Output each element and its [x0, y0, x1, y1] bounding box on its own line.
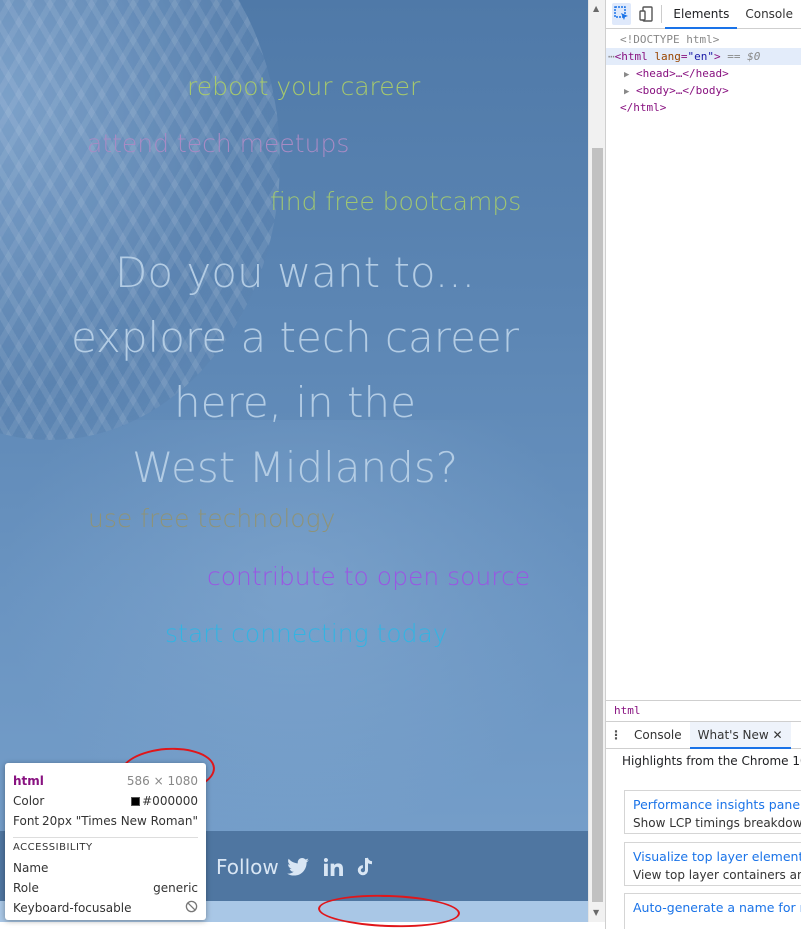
card-title[interactable]: Auto-generate a name for r — [633, 899, 801, 917]
card-description: Show LCP timings breakdown — [633, 816, 801, 830]
tooltip-color-value: #000000 — [142, 794, 198, 808]
dom-body-row[interactable]: ▶ <body>…</body> — [606, 82, 801, 99]
whats-new-card[interactable]: Auto-generate a name for r — [624, 893, 801, 929]
page-scrollbar[interactable]: ▲ ▼ — [588, 0, 605, 922]
dom-tree: <!DOCTYPE html> ⋯<html lang="en"> == $0 … — [606, 31, 801, 116]
tooltip-font-label: Font — [13, 814, 40, 828]
drawer-tab-console[interactable]: Console — [626, 722, 690, 749]
scroll-down-arrow-icon[interactable]: ▼ — [593, 908, 599, 917]
drawer-tab-whats-new-label: What's New — [697, 727, 769, 742]
tooltip-focusable-label: Keyboard-focusable — [13, 901, 132, 915]
tooltip-color-value-wrap: #000000 — [131, 794, 198, 808]
tab-elements[interactable]: Elements — [665, 0, 738, 29]
tiktok-icon[interactable] — [355, 856, 377, 878]
expand-arrow-icon[interactable]: ▶ — [624, 70, 629, 80]
whats-new-heading: Highlights from the Chrome 106 u — [622, 754, 801, 768]
whats-new-card[interactable]: Visualize top layer element View top lay… — [624, 842, 801, 886]
footer-follow-label: Follow — [216, 855, 279, 879]
card-description: View top layer containers and — [633, 868, 801, 882]
card-title[interactable]: Visualize top layer element — [633, 848, 801, 866]
hero-headline: Do you want to... explore a tech career … — [60, 240, 530, 500]
expand-arrow-icon[interactable]: ▶ — [624, 87, 629, 97]
devtools-toolbar: Elements Console — [606, 0, 801, 29]
dom-doctype-row[interactable]: <!DOCTYPE html> — [606, 31, 801, 48]
more-options-icon[interactable]: ⋮ — [606, 728, 626, 742]
row-ellipsis-icon: ⋯ — [608, 50, 615, 63]
tooltip-font-value: 20px "Times New Roman" — [41, 814, 198, 828]
twitter-icon[interactable] — [287, 856, 309, 878]
linkedin-icon[interactable] — [322, 856, 344, 878]
toolbar-separator — [660, 5, 662, 23]
tooltip-role-label: Role — [13, 881, 39, 895]
inspect-tooltip: html 586 × 1080 Color #000000 Font 20px … — [5, 763, 206, 920]
dom-doctype: <!DOCTYPE html> — [620, 33, 720, 46]
close-icon[interactable]: ✕ — [773, 728, 783, 742]
dom-html-row[interactable]: ⋯<html lang="en"> == $0 — [606, 48, 801, 65]
headline-line-2: explore a tech career — [70, 313, 520, 362]
devtools-panel: Elements Console <!DOCTYPE html> ⋯<html … — [605, 0, 801, 929]
breadcrumb-html[interactable]: html — [614, 704, 641, 717]
tooltip-name-label: Name — [13, 861, 49, 875]
phrase-start-connecting: start connecting today — [165, 619, 448, 648]
breadcrumb: html — [606, 700, 801, 722]
color-swatch-icon — [131, 797, 141, 806]
headline-line-4: West Midlands? — [131, 443, 459, 492]
whats-new-card[interactable]: Performance insights panel Show LCP timi… — [624, 790, 801, 834]
phrase-free-bootcamps: find free bootcamps — [270, 187, 522, 216]
inspect-element-icon[interactable] — [612, 3, 632, 25]
dom-html-attr-value: "en" — [687, 50, 715, 63]
phrase-reboot-career: reboot your career — [187, 72, 421, 101]
tooltip-role-value: generic — [153, 881, 198, 895]
dom-html-attr: lang — [654, 50, 681, 63]
dom-head-row[interactable]: ▶ <head>…</head> — [606, 65, 801, 82]
dom-html-tag: html — [621, 50, 648, 63]
dom-body: <body>…</body> — [636, 84, 729, 97]
dom-head: <head>…</head> — [636, 67, 729, 80]
scroll-thumb[interactable] — [592, 148, 603, 902]
tooltip-accessibility-heading: ACCESSIBILITY — [13, 842, 93, 853]
dom-selected-marker: == $0 — [727, 50, 761, 63]
drawer-tab-whats-new[interactable]: What's New ✕ — [689, 721, 791, 749]
phrase-open-source: contribute to open source — [207, 562, 531, 591]
headline-line-3: here, in the — [174, 378, 416, 427]
dom-html-close-row[interactable]: </html> — [606, 99, 801, 116]
device-toolbar-icon[interactable] — [637, 3, 656, 25]
phrase-free-technology: use free technology — [88, 504, 336, 533]
drawer-tab-bar: ⋮ Console What's New ✕ — [606, 721, 801, 749]
scroll-up-arrow-icon[interactable]: ▲ — [593, 4, 599, 13]
tooltip-element-tag: html — [13, 774, 44, 788]
not-focusable-icon — [185, 900, 198, 916]
dom-html-close: </html> — [620, 101, 667, 114]
tab-console[interactable]: Console — [737, 0, 801, 29]
phrase-attend-meetups: attend tech meetups — [87, 129, 350, 158]
tooltip-divider — [13, 837, 198, 838]
tooltip-element-size: 586 × 1080 — [126, 774, 198, 788]
tooltip-color-label: Color — [13, 794, 45, 808]
headline-line-1: Do you want to... — [115, 248, 475, 297]
card-title[interactable]: Performance insights panel — [633, 796, 801, 814]
